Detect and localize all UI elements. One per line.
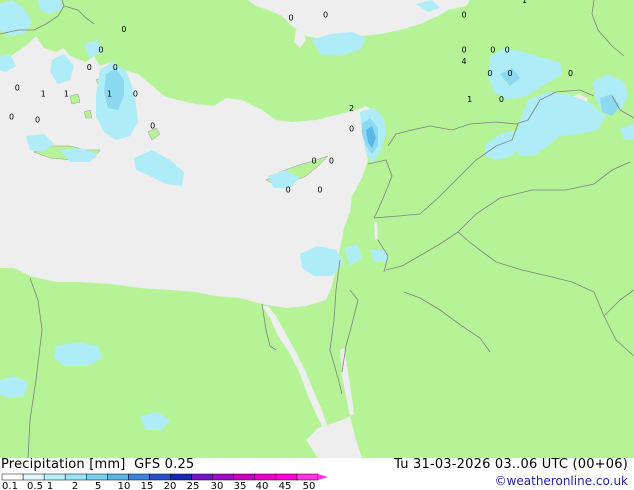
station-value-12: 0 bbox=[499, 95, 504, 104]
legend-label-5: 10 bbox=[118, 481, 131, 490]
station-value-3: 0 bbox=[461, 11, 466, 20]
legend-swatch-11 bbox=[233, 473, 256, 481]
credit-text: ©weatheronline.co.uk bbox=[494, 474, 628, 488]
legend-swatch-8 bbox=[170, 473, 192, 481]
legend-swatch-7 bbox=[149, 473, 171, 481]
legend-arrow bbox=[318, 474, 328, 480]
legend-swatch-5 bbox=[107, 473, 129, 481]
legend-colorbar: 0.1 0.5 1 2 5 10 15 20 25 30 35 40 45 50 bbox=[1, 473, 328, 490]
legend-label-13: 50 bbox=[303, 481, 316, 490]
legend-swatch-2 bbox=[43, 473, 66, 481]
legend-label-4: 5 bbox=[95, 481, 101, 490]
map-canvas: 0 0100 0 040 0 01 0200 00 0000 001 1 1 00 00 0.1 0.5 1 2… bbox=[0, 0, 634, 490]
station-value-6: 0 bbox=[505, 46, 510, 55]
station-value-7: 4 bbox=[461, 57, 466, 66]
station-value-22: 0 bbox=[113, 63, 118, 72]
station-value-20: 0 bbox=[98, 46, 103, 55]
station-value-21: 0 bbox=[87, 63, 92, 72]
station-value-24: 1 bbox=[41, 89, 46, 98]
legend-swatch-12 bbox=[254, 473, 277, 481]
station-value-11: 1 bbox=[467, 95, 472, 104]
product-title: Precipitation [mm] GFS 0.25 bbox=[1, 457, 194, 472]
station-value-16: 0 bbox=[329, 156, 334, 165]
station-value-17: 0 bbox=[286, 186, 291, 195]
legend-label-0: 0.1 bbox=[2, 481, 18, 490]
model-label: GFS 0.25 bbox=[134, 457, 195, 472]
legend-label-9: 30 bbox=[211, 481, 224, 490]
legend-swatch-14 bbox=[296, 473, 319, 481]
station-value-0: 0 bbox=[289, 13, 294, 22]
station-value-25: 1 bbox=[64, 89, 69, 98]
legend-label-12: 45 bbox=[279, 481, 292, 490]
legend-swatch-0 bbox=[1, 473, 24, 481]
legend-swatch-6 bbox=[128, 473, 150, 481]
station-value-30: 0 bbox=[150, 121, 155, 130]
station-value-15: 0 bbox=[312, 156, 317, 165]
station-value-1: 0 bbox=[323, 11, 328, 20]
station-value-2: 1 bbox=[522, 0, 527, 5]
legend-label-11: 40 bbox=[256, 481, 269, 490]
legend-swatch-9 bbox=[191, 473, 213, 481]
product-label: Precipitation [mm] bbox=[1, 457, 126, 472]
station-value-26: 1 bbox=[107, 89, 112, 98]
station-value-18: 0 bbox=[317, 186, 322, 195]
legend-swatch-10 bbox=[212, 473, 235, 481]
valid-time: Tu 31-03-2026 03..06 UTC (00+06) bbox=[394, 457, 628, 472]
station-value-27: 0 bbox=[133, 89, 138, 98]
legend-swatch-4 bbox=[86, 473, 108, 481]
legend-label-3: 2 bbox=[72, 481, 78, 490]
legend-label-2: 1 bbox=[47, 481, 53, 490]
legend-swatch-13 bbox=[275, 473, 298, 481]
legend-label-6: 15 bbox=[141, 481, 154, 490]
station-value-5: 0 bbox=[490, 46, 495, 55]
station-value-13: 2 bbox=[349, 104, 354, 113]
station-value-9: 0 bbox=[508, 69, 513, 78]
legend-label-10: 35 bbox=[234, 481, 247, 490]
station-value-4: 0 bbox=[461, 46, 466, 55]
station-value-8: 0 bbox=[487, 69, 492, 78]
weather-map: 0010000400010200000000001110000 0.1 0.5 1 2… bbox=[0, 0, 634, 490]
station-value-19: 0 bbox=[121, 25, 126, 34]
legend-label-8: 25 bbox=[187, 481, 200, 490]
station-value-10: 0 bbox=[568, 69, 573, 78]
station-value-23: 0 bbox=[15, 83, 20, 92]
legend-swatch-1 bbox=[22, 473, 45, 481]
station-value-14: 0 bbox=[349, 124, 354, 133]
legend-swatch-3 bbox=[64, 473, 87, 481]
station-value-29: 0 bbox=[35, 116, 40, 125]
station-value-28: 0 bbox=[9, 113, 14, 122]
legend-label-7: 20 bbox=[164, 481, 177, 490]
legend-label-1: 0.5 bbox=[27, 481, 43, 490]
